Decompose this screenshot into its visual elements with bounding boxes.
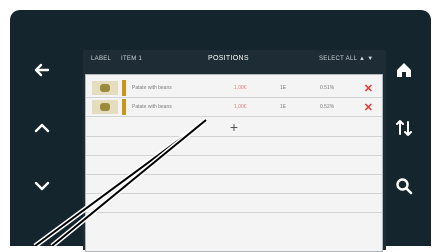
delete-icon[interactable]: ✕ (364, 82, 373, 95)
positions-panel: Patate with beans 1,00€ 1E 0.51% ✕ Patat… (85, 74, 383, 252)
item-price: 1,00€ (234, 85, 247, 91)
swap-vertical-icon (394, 118, 414, 143)
top-bar: LABEL ITEM 1 POSITIONS SELECT ALL ▲ ▼ (83, 50, 386, 69)
search-button[interactable] (384, 168, 424, 208)
device-bezel: LABEL ITEM 1 POSITIONS SELECT ALL ▲ ▼ Pa… (10, 10, 431, 252)
chevron-down-icon (32, 176, 52, 201)
delete-icon[interactable]: ✕ (364, 101, 373, 114)
item-name: Patate with beans (132, 104, 172, 110)
plus-icon: + (229, 119, 239, 135)
item-qty: 1E (280, 104, 287, 110)
row-accent-bar (122, 99, 126, 115)
arrow-left-icon (32, 60, 52, 85)
item-qty: 1E (280, 85, 287, 91)
home-icon (394, 60, 414, 85)
table-row[interactable]: Patate with beans 1,00€ 1E 0.51% ✕ (86, 79, 382, 98)
item-name: Patate with beans (132, 85, 172, 91)
topbar-label-2[interactable]: ITEM 1 (121, 56, 142, 62)
scroll-down-button[interactable] (22, 168, 62, 208)
display-screen: LABEL ITEM 1 POSITIONS SELECT ALL ▲ ▼ Pa… (83, 50, 386, 252)
item-code: 0.52% (320, 104, 335, 110)
product-thumbnail (92, 100, 118, 114)
empty-row (86, 194, 382, 213)
item-code: 0.51% (320, 85, 335, 91)
table-row[interactable]: Patate with beans 1,00€ 1E 0.52% ✕ (86, 98, 382, 117)
back-button[interactable] (22, 52, 62, 92)
empty-row (86, 156, 382, 175)
item-price: 1,00€ (234, 104, 247, 110)
empty-row (86, 175, 382, 194)
search-icon (394, 176, 414, 201)
page-title: POSITIONS (208, 55, 249, 62)
scroll-up-button[interactable] (22, 110, 62, 150)
select-all-control[interactable]: SELECT ALL ▲ ▼ (319, 56, 373, 62)
row-accent-bar (122, 80, 126, 96)
add-position-button[interactable]: + (86, 118, 382, 137)
swap-button[interactable] (384, 110, 424, 150)
topbar-label-1[interactable]: LABEL (91, 56, 111, 62)
empty-row (86, 137, 382, 156)
home-button[interactable] (384, 52, 424, 92)
chevron-up-icon (32, 118, 52, 143)
product-thumbnail (92, 81, 118, 95)
